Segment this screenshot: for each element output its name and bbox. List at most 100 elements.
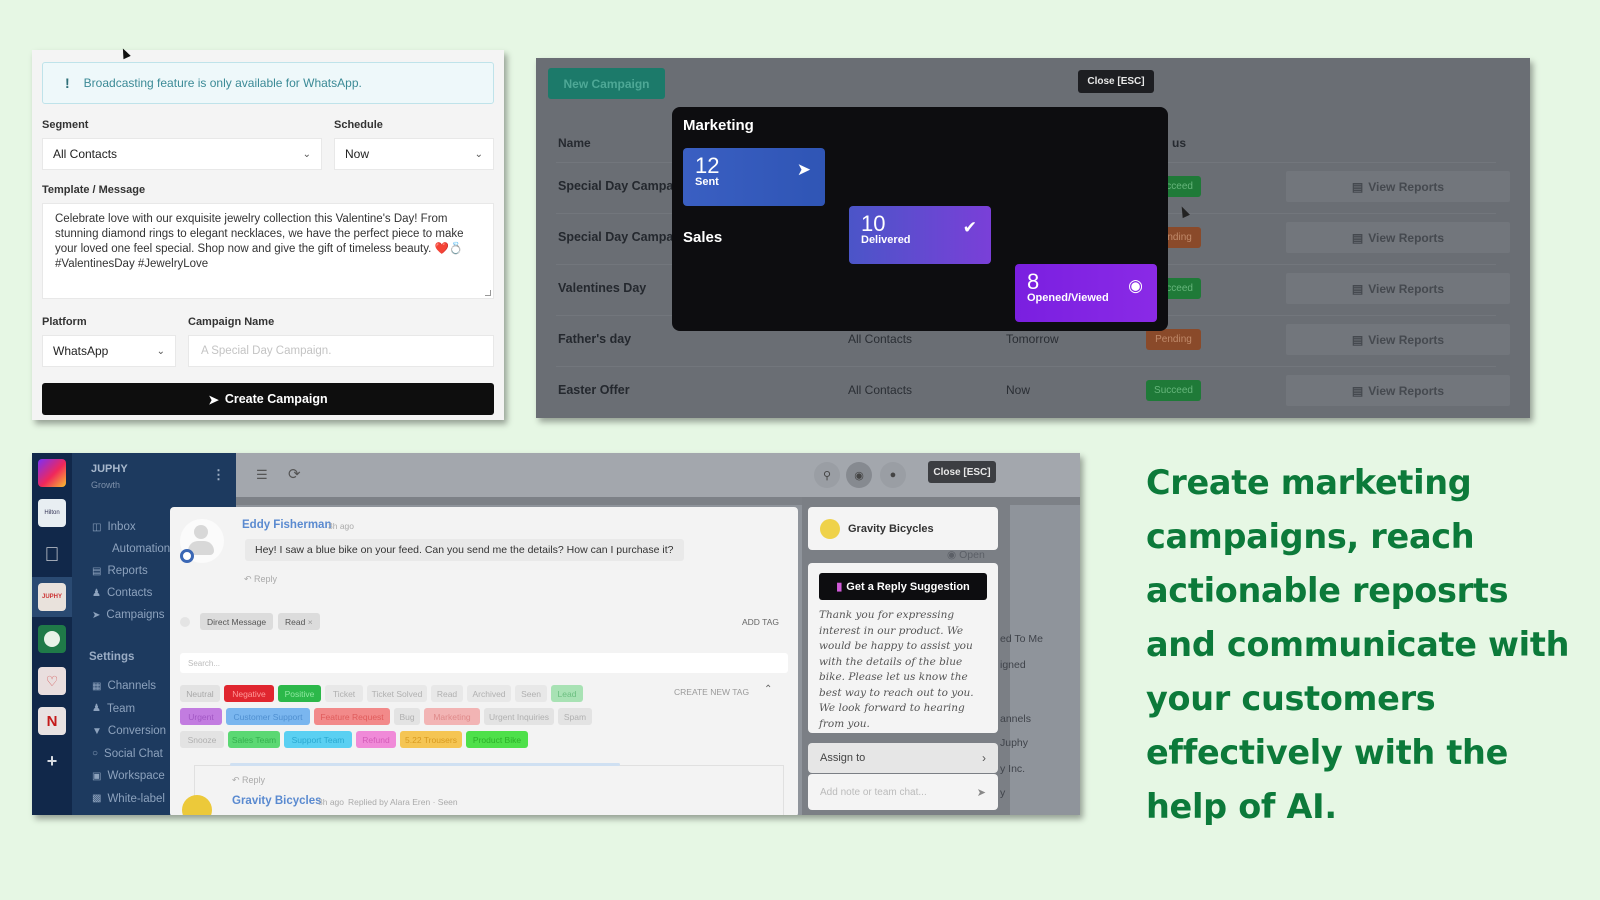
resize-handle[interactable] xyxy=(485,290,491,296)
close-esc-button[interactable]: Close [ESC] xyxy=(928,461,996,483)
tag-option[interactable]: Spam xyxy=(558,708,592,725)
create-campaign-label: Create Campaign xyxy=(224,392,328,406)
hilton-workspace-icon[interactable]: Hilton xyxy=(38,499,66,527)
contact-card[interactable]: Gravity Bicycles xyxy=(808,507,998,550)
tag-option-label: Positive xyxy=(284,688,315,699)
view-reports-button[interactable]: ▤ View Reports xyxy=(1286,222,1510,253)
tag-option[interactable]: Sales Team xyxy=(228,731,280,748)
reply-link[interactable]: ↶ Reply xyxy=(244,574,277,585)
tag-option-label: 5.22 Trousers xyxy=(405,734,457,745)
tag-option[interactable]: Urgent Inquiries xyxy=(484,708,554,725)
chat-bubble-icon[interactable]: ● xyxy=(880,462,906,488)
second-message-author[interactable]: Gravity Bicycles xyxy=(232,795,322,807)
conversations-icon[interactable]: ◉ xyxy=(846,462,872,488)
tag-option[interactable]: Snooze xyxy=(180,731,224,748)
template-message-textarea[interactable]: Celebrate love with our exquisite jewelr… xyxy=(42,203,494,299)
create-new-tag-button[interactable]: CREATE NEW TAG xyxy=(674,687,749,697)
tag-label: Direct Message xyxy=(207,616,267,627)
tag-option[interactable]: Feature Request xyxy=(314,708,390,725)
nav-item-contacts[interactable]: ♟ Contacts xyxy=(92,587,152,599)
stat-card-opened-viewed[interactable]: 8 Opened/Viewed ◉ xyxy=(1015,264,1157,322)
settings-item-workspace[interactable]: ▣ Workspace xyxy=(92,770,165,782)
stat-label: Sent xyxy=(695,176,719,188)
tag-read[interactable]: Read × xyxy=(278,613,320,630)
tag-option[interactable]: Refund xyxy=(356,731,396,748)
tag-option-label: Bug xyxy=(399,711,415,722)
tag-option[interactable]: Marketing xyxy=(424,708,480,725)
view-reports-button[interactable]: ▤ View Reports xyxy=(1286,171,1510,202)
tag-direct-message[interactable]: Direct Message xyxy=(200,613,274,630)
tag-option[interactable]: Seen xyxy=(515,685,547,702)
refresh-icon[interactable]: ⟳ xyxy=(288,465,301,483)
tag-search-input[interactable]: Search... xyxy=(180,653,788,673)
tag-option[interactable]: 5.22 Trousers xyxy=(400,731,462,748)
close-esc-button[interactable]: Close [ESC] xyxy=(1078,70,1154,93)
nav-item-campaigns[interactable]: ➤ Campaigns xyxy=(92,609,165,621)
tag-option[interactable]: Archived xyxy=(467,685,511,702)
mouse-cursor xyxy=(1178,204,1190,219)
new-campaign-button[interactable]: New Campaign xyxy=(548,68,665,99)
remove-tag-icon[interactable]: × xyxy=(308,617,313,627)
campaign-name-input[interactable]: A Special Day Campaign. xyxy=(188,335,494,367)
nav-item-reports[interactable]: ▤ Reports xyxy=(92,565,148,577)
green-app-workspace-icon[interactable] xyxy=(38,625,66,653)
status-open-radio[interactable]: ◉ Open xyxy=(947,549,985,561)
send-icon[interactable]: ➤ xyxy=(977,786,986,799)
stat-card-delivered[interactable]: 10 Delivered ✔ xyxy=(849,206,991,264)
search-icon[interactable]: ⚲ xyxy=(814,462,840,488)
tag-option[interactable]: Ticket xyxy=(325,685,363,702)
settings-item-white-label[interactable]: ▩ White-label xyxy=(92,793,165,805)
tag-option[interactable]: Ticket Solved xyxy=(367,685,427,702)
view-reports-button[interactable]: ▤ View Reports xyxy=(1286,375,1510,406)
tag-option[interactable]: Lead xyxy=(551,685,583,702)
tag-option[interactable]: Product Bike xyxy=(466,731,528,748)
red-logo-workspace-icon[interactable]: ♡ xyxy=(38,667,66,695)
settings-item-conversion[interactable]: ▼ Conversion xyxy=(92,725,166,737)
tag-option[interactable]: Support Team xyxy=(284,731,352,748)
apple-workspace-icon[interactable]:  xyxy=(38,541,66,569)
get-reply-suggestion-button[interactable]: ▮ Get a Reply Suggestion xyxy=(819,573,987,600)
column-header-name: Name xyxy=(558,136,591,150)
nav-item-inbox[interactable]: ◫ Inbox xyxy=(92,521,136,533)
assign-to-row[interactable]: Assign to › xyxy=(808,743,998,773)
message-author[interactable]: Eddy Fisherman xyxy=(242,519,331,531)
collapse-chevron-icon[interactable]: ⌃ xyxy=(764,684,772,695)
view-reports-label: View Reports xyxy=(1368,230,1445,245)
ai-suggestion-text: Thank you for expressing interest in our… xyxy=(819,609,974,730)
background-list-item: y Inc. xyxy=(1000,763,1026,775)
create-campaign-button[interactable]: ➤ Create Campaign xyxy=(42,383,494,415)
tag-option[interactable]: Negative xyxy=(224,685,274,702)
stat-card-sent[interactable]: 12 Sent ➤ xyxy=(683,148,825,206)
settings-item-channels[interactable]: ▦ Channels xyxy=(92,680,156,692)
reply-link[interactable]: ↶ Reply xyxy=(232,775,265,786)
tag-option[interactable]: Urgent xyxy=(180,708,222,725)
tag-option[interactable]: Customer Support xyxy=(226,708,310,725)
list-view-icon[interactable]: ☰ xyxy=(256,467,268,483)
tag-option[interactable]: Read xyxy=(431,685,463,702)
segment-select[interactable]: All Contacts ⌄ xyxy=(42,138,322,170)
paper-plane-icon: ➤ xyxy=(796,160,811,179)
add-tag-button[interactable]: ADD TAG xyxy=(742,617,779,627)
stat-value: 12 xyxy=(695,153,720,178)
campaign-name-label: Campaign Name xyxy=(188,316,275,328)
platform-select[interactable]: WhatsApp ⌄ xyxy=(42,335,176,367)
schedule-select[interactable]: Now ⌄ xyxy=(334,138,494,170)
team-note-input[interactable]: Add note or team chat... ➤ xyxy=(808,774,998,810)
tag-option[interactable]: Bug xyxy=(394,708,420,725)
view-reports-button[interactable]: ▤ View Reports xyxy=(1286,273,1510,304)
netflix-workspace-icon[interactable]: N xyxy=(38,707,66,735)
view-reports-button[interactable]: ▤ View Reports xyxy=(1286,324,1510,355)
message-text: Hey! I saw a blue bike on your feed. Can… xyxy=(255,544,674,556)
instagram-workspace-icon[interactable] xyxy=(38,459,66,487)
template-message-text: Celebrate love with our exquisite jewelr… xyxy=(55,213,464,270)
tag-option[interactable]: Positive xyxy=(278,685,321,702)
inbox-icon: ◫ xyxy=(92,521,102,533)
nav-item-automation[interactable]: Automation xyxy=(112,543,170,555)
more-options-icon[interactable]: ⋮ xyxy=(212,467,225,483)
juphy-workspace-icon[interactable]: JUPHY xyxy=(38,583,66,611)
add-workspace-icon[interactable]: + xyxy=(38,747,66,775)
select-circle[interactable] xyxy=(180,617,190,627)
settings-item-team[interactable]: ♟ Team xyxy=(92,703,135,715)
settings-item-social-chat[interactable]: ○ Social Chat xyxy=(92,748,163,760)
tag-option[interactable]: Neutral xyxy=(180,685,220,702)
